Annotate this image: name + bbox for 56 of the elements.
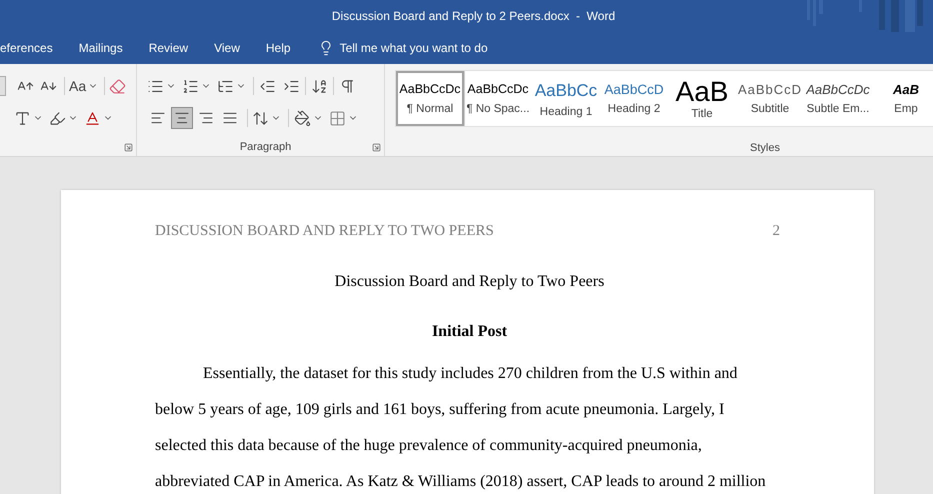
ribbon-tab[interactable]: Help [252,32,304,64]
group-label: Styles [750,140,780,156]
align-icon [150,110,166,126]
style-preview: AaBbCcD [738,80,802,99]
style-preview: AaBbCcDc [467,81,529,98]
document-title: Discussion Board and Reply to Two Peers [334,272,604,292]
change-case-button[interactable]: Aa [69,76,86,96]
text-effects-icon[interactable] [14,110,31,126]
section-heading: Initial Post [432,322,508,342]
style-preview: AaB [676,78,728,106]
style-item[interactable]: AaBbCc Heading 1 [532,71,600,126]
page-header: DISCUSSION BOARD AND REPLY TO TWO PEERS [155,222,494,241]
align-icon [174,110,190,126]
ribbon-tab[interactable]: eferences [0,32,66,64]
numbered-list-icon[interactable] [182,78,199,94]
style-label: Heading 1 [540,104,592,120]
tell-me-placeholder: Tell me what you want to do [340,40,488,57]
style-item[interactable]: AaBbCcD Heading 2 [600,71,668,126]
style-label: Title [691,107,713,122]
style-label: Emp [894,102,918,118]
page-number: 2 [772,222,780,241]
style-item[interactable]: AaB Emp [872,71,933,126]
align-icon [222,110,238,126]
style-label: Heading 2 [608,102,660,118]
highlighter-icon[interactable] [49,110,66,126]
font-color-icon[interactable] [84,110,101,126]
line-spacing-icon[interactable] [252,110,269,126]
sort-icon[interactable] [311,78,328,94]
borders-icon[interactable] [329,110,346,126]
style-label: ¶ No Spac... [466,102,530,118]
style-item[interactable]: AaB Title [668,71,736,126]
style-preview: AaB [892,80,919,99]
group-label: Paragraph [240,140,292,155]
pilcrow-icon[interactable] [339,78,356,94]
dialog-launcher-icon[interactable] [372,143,381,152]
style-label: Subtle Em... [806,102,870,118]
align-button[interactable] [171,107,193,129]
style-item[interactable]: AaBbCcDc ¶ No Spac... [464,71,532,126]
eraser-icon[interactable] [109,78,126,94]
align-icon [198,110,214,126]
font-size-field[interactable] [0,76,6,96]
dialog-launcher-icon[interactable] [124,143,133,152]
style-preview: AaBbCcDc [399,81,461,98]
shading-icon[interactable] [294,110,311,126]
ribbon-tab[interactable]: Mailings [66,32,136,64]
tell-me-search[interactable]: Tell me what you want to do [314,32,492,64]
style-item[interactable]: AaBbCcDc ¶ Normal [396,71,464,126]
style-label: Subtitle [750,102,790,118]
ribbon-tab[interactable]: View [201,32,253,64]
style-label: ¶ Normal [406,102,454,118]
style-item[interactable]: AaBbCcD Subtitle [736,71,804,126]
window-title: Discussion Board and Reply to 2 Peers.docx - Word [332,8,616,25]
ribbon-tab[interactable]: Review [136,32,202,64]
style-preview: AaBbCc [534,80,598,102]
style-preview: AaBbCcD [604,80,664,98]
body-paragraph: Essentially, the dataset for this study includes 270 children from the U.S within and below 5 years of age, 109 girls and 161 boys, suffering from acute pneumonia. Largely, I selected this data because of the huge prevalence of community-acquired pneumonia, abbreviated CAP in America. As Katz & Williams (2018) assert, CAP leads to around 2 million [155,364,767,492]
